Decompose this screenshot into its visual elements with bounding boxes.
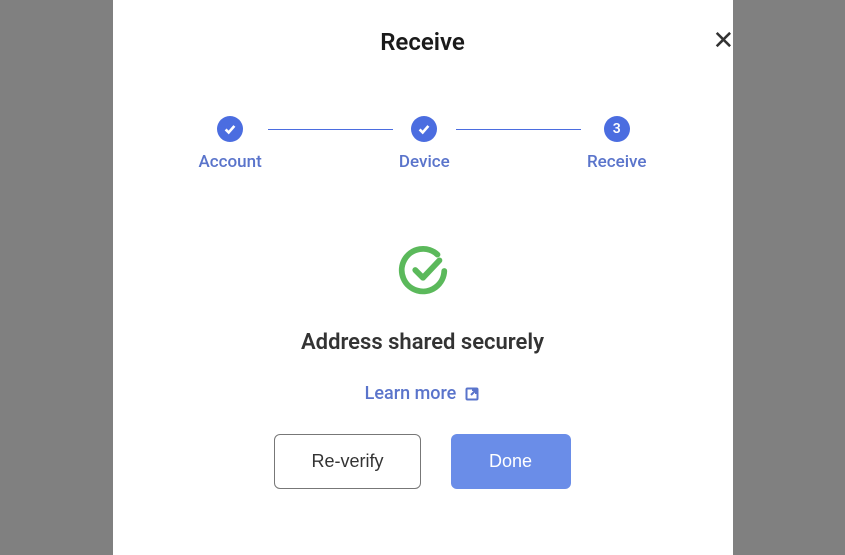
receive-modal: Receive ✕ Account Device 3 Receive: [113, 0, 733, 555]
reverify-button[interactable]: Re-verify: [274, 434, 420, 489]
step-device-circle: [411, 116, 437, 142]
step-receive-label: Receive: [587, 152, 647, 172]
step-device-label: Device: [399, 152, 450, 172]
success-title: Address shared securely: [301, 330, 544, 355]
modal-title: Receive: [153, 28, 693, 56]
step-device: Device: [393, 116, 456, 172]
step-receive-circle: 3: [604, 116, 630, 142]
step-account-label: Account: [199, 152, 262, 172]
close-icon: ✕: [713, 28, 733, 54]
external-link-icon: [464, 386, 480, 402]
success-area: Address shared securely Learn more Re-ve…: [153, 242, 693, 489]
check-icon: [223, 122, 237, 136]
done-button[interactable]: Done: [451, 434, 571, 489]
step-receive-number: 3: [613, 121, 621, 137]
success-check-icon: [394, 242, 452, 300]
step-receive: 3 Receive: [581, 116, 653, 172]
step-account-circle: [217, 116, 243, 142]
check-icon: [417, 122, 431, 136]
close-button[interactable]: ✕: [713, 28, 733, 54]
button-row: Re-verify Done: [274, 434, 570, 489]
learn-more-link[interactable]: Learn more: [365, 383, 481, 404]
step-account: Account: [193, 116, 268, 172]
stepper: Account Device 3 Receive: [193, 116, 653, 172]
learn-more-text: Learn more: [365, 383, 457, 404]
